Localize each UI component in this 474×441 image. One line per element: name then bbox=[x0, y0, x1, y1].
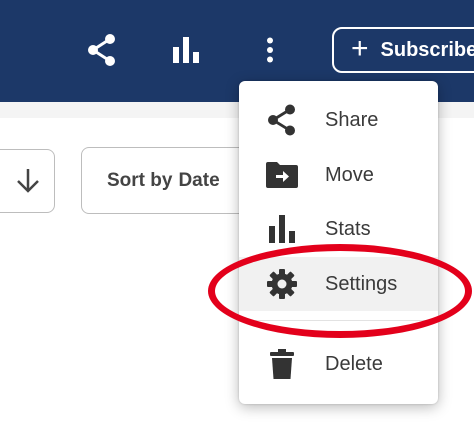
sort-by-prefix: Sort by bbox=[107, 169, 173, 191]
menu-item-label: Settings bbox=[325, 272, 398, 295]
menu-divider bbox=[239, 320, 438, 321]
more-vertical-icon bbox=[267, 37, 273, 63]
subscribe-button[interactable]: + Subscribe bbox=[332, 27, 474, 73]
share-icon bbox=[88, 34, 115, 66]
arrow-down-icon bbox=[16, 169, 39, 193]
more-options-menu: Share Move Stats Settings Delete bbox=[239, 81, 438, 404]
trash-icon bbox=[265, 347, 299, 381]
menu-item-delete[interactable]: Delete bbox=[239, 337, 438, 391]
menu-item-share[interactable]: Share bbox=[239, 93, 438, 147]
sort-by-value: Date bbox=[178, 169, 220, 191]
page: + Subscribe Sort by Date Share Move Stat… bbox=[0, 0, 474, 441]
header-stats-button[interactable] bbox=[166, 30, 206, 70]
menu-item-label: Stats bbox=[325, 217, 371, 240]
sort-direction-button[interactable] bbox=[0, 149, 55, 213]
menu-item-label: Delete bbox=[325, 352, 383, 375]
gear-icon bbox=[265, 267, 299, 301]
move-folder-icon bbox=[265, 158, 299, 192]
menu-item-label: Share bbox=[325, 108, 379, 131]
stats-icon bbox=[173, 37, 199, 63]
share-icon bbox=[265, 103, 299, 137]
subscribe-label: Subscribe bbox=[380, 38, 474, 61]
header-share-button[interactable] bbox=[82, 30, 122, 70]
menu-item-settings[interactable]: Settings bbox=[239, 257, 438, 311]
menu-item-stats[interactable]: Stats bbox=[239, 202, 438, 256]
stats-icon bbox=[265, 212, 299, 246]
menu-item-move[interactable]: Move bbox=[239, 148, 438, 202]
header-more-button[interactable] bbox=[250, 30, 290, 70]
plus-icon: + bbox=[351, 31, 369, 65]
menu-item-label: Move bbox=[325, 163, 374, 186]
